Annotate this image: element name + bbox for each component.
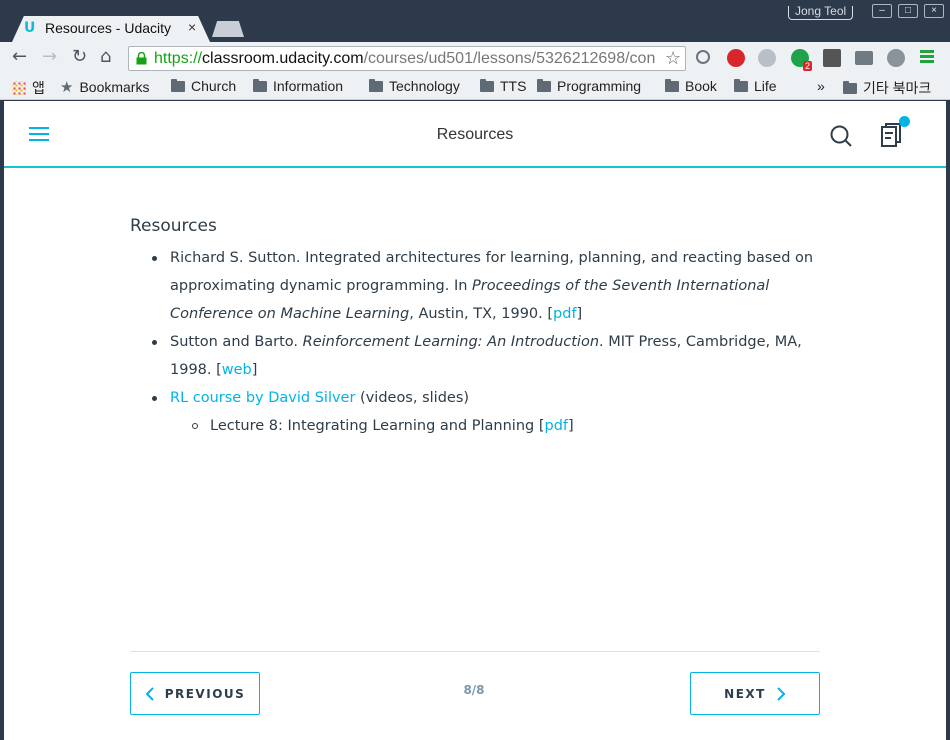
next-button[interactable]: NEXT bbox=[690, 672, 820, 715]
bookmark-star-icon[interactable]: ☆ bbox=[665, 48, 681, 69]
bookmark-tts[interactable]: TTS bbox=[480, 78, 526, 94]
bookmark-church[interactable]: Church bbox=[171, 78, 236, 94]
home-icon[interactable]: ⌂ bbox=[100, 46, 111, 67]
page-viewport: Resources Resources Richard S. Sutton. I… bbox=[4, 101, 946, 740]
search-icon[interactable] bbox=[829, 124, 853, 148]
folder-icon bbox=[665, 78, 679, 92]
folder-icon bbox=[171, 78, 185, 92]
folder-icon bbox=[253, 78, 267, 92]
lesson-content: Resources Richard S. Sutton. Integrated … bbox=[130, 216, 820, 440]
notification-dot bbox=[899, 116, 910, 127]
profile-name[interactable]: Jong Teol bbox=[788, 6, 854, 20]
reload-icon[interactable]: ↻ bbox=[72, 46, 87, 67]
bookmark-life[interactable]: Life bbox=[734, 78, 777, 94]
title-bar: U Resources - Udacity × Jong Teol – □ × bbox=[0, 0, 950, 42]
maximize-icon[interactable]: □ bbox=[898, 4, 918, 18]
list-item: Lecture 8: Integrating Learning and Plan… bbox=[170, 412, 820, 440]
close-window-icon[interactable]: × bbox=[924, 4, 944, 18]
tab-close-icon[interactable]: × bbox=[188, 19, 196, 35]
bookmark-other[interactable]: 기타 북마크 bbox=[843, 78, 931, 98]
page-indicator: 8/8 bbox=[463, 683, 485, 697]
adblock-icon[interactable] bbox=[727, 49, 745, 67]
page-title: Resources bbox=[436, 126, 514, 143]
address-bar[interactable]: https://classroom.udacity.com/courses/ud… bbox=[128, 46, 686, 71]
section-heading: Resources bbox=[130, 216, 217, 236]
back-icon[interactable]: ← bbox=[12, 46, 27, 67]
previous-button[interactable]: PREVIOUS bbox=[130, 672, 260, 715]
bookmarks-overflow-button[interactable]: » bbox=[817, 78, 825, 94]
sub-list: Lecture 8: Integrating Learning and Plan… bbox=[170, 412, 820, 440]
forward-icon[interactable]: → bbox=[42, 46, 57, 67]
lock-icon bbox=[136, 52, 147, 65]
star-icon: ★ bbox=[60, 79, 74, 96]
folder-icon bbox=[537, 78, 551, 92]
reference-list: Richard S. Sutton. Integrated architectu… bbox=[130, 244, 820, 440]
web-link[interactable]: web bbox=[222, 362, 252, 378]
bookmark-programming[interactable]: Programming bbox=[537, 78, 641, 94]
footer-divider bbox=[130, 651, 820, 652]
bookmark-bookmarks[interactable]: ★ Bookmarks bbox=[60, 78, 149, 96]
chevron-right-icon bbox=[777, 686, 786, 701]
browser-window: U Resources - Udacity × Jong Teol – □ × … bbox=[0, 0, 950, 740]
folder-icon bbox=[369, 78, 383, 92]
bookmark-apps[interactable]: 앱 bbox=[12, 78, 45, 98]
chrome-menu-icon[interactable] bbox=[920, 50, 934, 64]
tab-title[interactable]: Resources - Udacity bbox=[45, 20, 171, 36]
extension-badge-count: 2 bbox=[803, 61, 813, 71]
list-item: Richard S. Sutton. Integrated architectu… bbox=[130, 244, 820, 328]
list-item: Sutton and Barto. Reinforcement Learning… bbox=[130, 328, 820, 384]
media-extension-icon[interactable] bbox=[855, 51, 873, 65]
apps-icon bbox=[12, 81, 26, 95]
lecture-pdf-link[interactable]: pdf bbox=[545, 418, 569, 434]
search-extension-icon[interactable] bbox=[696, 50, 710, 64]
minimize-icon[interactable]: – bbox=[872, 4, 892, 18]
udacity-favicon-icon: U bbox=[24, 20, 36, 36]
url-text: https://classroom.udacity.com/courses/ud… bbox=[154, 50, 656, 67]
pdf-link[interactable]: pdf bbox=[553, 306, 577, 322]
camera-extension-icon[interactable] bbox=[823, 49, 841, 67]
list-item: RL course by David Silver (videos, slide… bbox=[130, 384, 820, 440]
chevron-left-icon bbox=[145, 686, 154, 701]
classroom-header: Resources bbox=[4, 101, 946, 168]
bookmark-book[interactable]: Book bbox=[665, 78, 717, 94]
folder-icon bbox=[734, 78, 748, 92]
new-tab-button[interactable] bbox=[212, 21, 244, 37]
folder-icon bbox=[480, 78, 494, 92]
rl-course-link[interactable]: RL course by David Silver bbox=[170, 390, 355, 406]
quote-extension-icon[interactable] bbox=[758, 49, 776, 67]
bookmark-information[interactable]: Information bbox=[253, 78, 343, 94]
folder-icon bbox=[843, 80, 857, 94]
tool-extension-icon[interactable] bbox=[887, 49, 905, 67]
notes-icon[interactable] bbox=[881, 122, 903, 148]
bookmark-technology[interactable]: Technology bbox=[369, 78, 460, 94]
